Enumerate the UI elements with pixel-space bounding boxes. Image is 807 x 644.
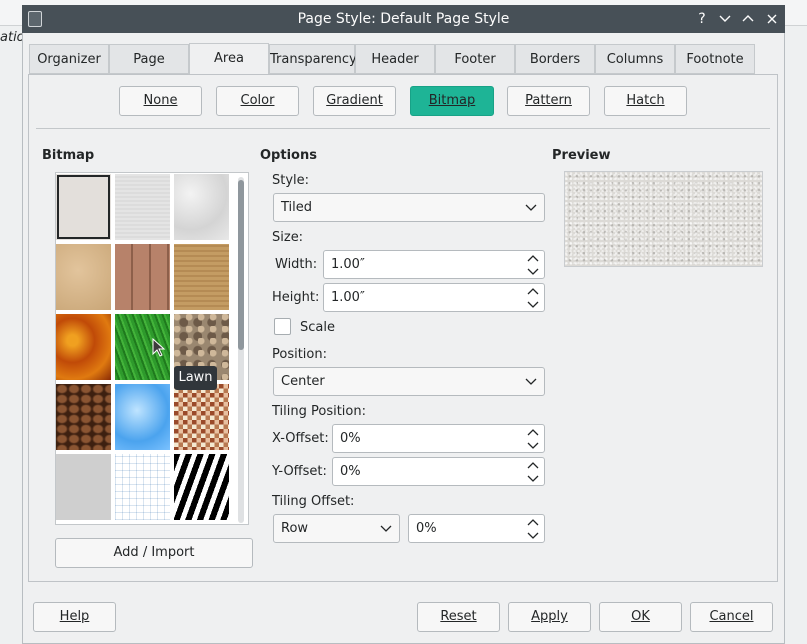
fill-gradient-button[interactable]: Gradient <box>313 86 396 116</box>
paper-crumpled-icon[interactable] <box>174 174 229 240</box>
tiling-offset-label: Tiling Offset: <box>272 494 355 509</box>
options-heading: Options <box>260 148 317 163</box>
height-value: 1.00″ <box>331 290 365 305</box>
reset-button[interactable]: Reset <box>417 602 500 632</box>
x-offset-label: X-Offset: <box>272 431 329 446</box>
scale-checkbox[interactable] <box>274 318 291 335</box>
ok-button[interactable]: OK <box>599 602 682 632</box>
tab-organizer[interactable]: Organizer <box>29 44 109 74</box>
width-field[interactable]: 1.00″ <box>323 250 545 279</box>
size-label: Size: <box>272 230 304 245</box>
add-import-button[interactable]: Add / Import <box>55 538 253 568</box>
help-button[interactable]: Help <box>33 602 116 632</box>
position-dropdown[interactable]: Center <box>273 367 545 396</box>
spin-down-icon[interactable] <box>526 298 540 310</box>
width-value: 1.00″ <box>331 257 365 272</box>
preview-swatch <box>564 171 763 267</box>
autumn-leaves-icon[interactable] <box>56 314 111 380</box>
preview-heading: Preview <box>552 148 611 163</box>
tab-footnote[interactable]: Footnote <box>675 44 755 74</box>
spin-down-icon[interactable] <box>526 472 540 484</box>
y-offset-value: 0% <box>340 464 361 479</box>
spin-up-icon[interactable] <box>526 517 540 529</box>
spin-up-icon[interactable] <box>526 427 540 439</box>
bitmap-grid[interactable] <box>55 172 249 525</box>
zebra-icon[interactable] <box>174 454 229 520</box>
coffee-beans-icon[interactable] <box>56 384 111 450</box>
tiling-position-label: Tiling Position: <box>272 404 366 419</box>
spin-up-icon[interactable] <box>526 460 540 472</box>
sky-icon[interactable] <box>115 384 170 450</box>
help-icon[interactable]: ? <box>691 7 713 31</box>
spin-down-icon[interactable] <box>526 529 540 541</box>
stone-icon[interactable] <box>174 244 229 310</box>
apply-button[interactable]: Apply <box>508 602 591 632</box>
fill-color-button[interactable]: Color <box>216 86 299 116</box>
hover-tooltip: Lawn <box>174 366 217 390</box>
spin-up-icon[interactable] <box>526 253 540 265</box>
painted-white-icon[interactable] <box>56 174 111 240</box>
style-dropdown[interactable]: Tiled <box>273 193 545 222</box>
position-value: Center <box>281 374 325 389</box>
minimize-icon[interactable] <box>714 7 736 31</box>
tiling-offset-mode-value: Row <box>281 521 309 536</box>
tiling-offset-value: 0% <box>416 521 437 536</box>
divider <box>36 128 770 129</box>
x-offset-value: 0% <box>340 431 361 446</box>
chevron-down-icon <box>525 378 537 385</box>
chevron-down-icon <box>525 204 537 211</box>
tiling-offset-field[interactable]: 0% <box>408 514 545 543</box>
x-offset-field[interactable]: 0% <box>332 424 545 453</box>
chevron-down-icon <box>380 525 392 532</box>
tab-area[interactable]: Area <box>189 43 269 74</box>
fill-hatch-button[interactable]: Hatch <box>604 86 687 116</box>
concrete-icon[interactable] <box>56 454 111 520</box>
tab-borders[interactable]: Borders <box>515 44 595 74</box>
maximize-icon[interactable] <box>737 7 759 31</box>
width-label: Width: <box>275 257 318 272</box>
tab-columns[interactable]: Columns <box>595 44 675 74</box>
spin-down-icon[interactable] <box>526 439 540 451</box>
bitmap-scrollbar-thumb[interactable] <box>238 180 244 350</box>
bitmap-heading: Bitmap <box>42 148 95 163</box>
fill-bitmap-button[interactable]: Bitmap <box>410 86 494 116</box>
tiling-offset-mode-dropdown[interactable]: Row <box>273 514 400 543</box>
background-partial-text: ation <box>0 30 22 45</box>
window-title: Page Style: Default Page Style <box>297 11 510 27</box>
spin-down-icon[interactable] <box>526 265 540 277</box>
fill-pattern-button[interactable]: Pattern <box>507 86 590 116</box>
spin-up-icon[interactable] <box>526 286 540 298</box>
color-stripes-icon[interactable] <box>174 384 229 450</box>
scale-label: Scale <box>300 320 335 335</box>
fill-none-button[interactable]: None <box>119 86 202 116</box>
close-icon[interactable] <box>761 7 783 31</box>
paper-texture-icon[interactable] <box>115 174 170 240</box>
fence-icon[interactable] <box>115 244 170 310</box>
height-field[interactable]: 1.00″ <box>323 283 545 312</box>
parchment-icon[interactable] <box>56 244 111 310</box>
style-value: Tiled <box>281 200 313 215</box>
graph-paper-icon[interactable] <box>115 454 170 520</box>
tab-footer[interactable]: Footer <box>435 44 515 74</box>
style-label: Style: <box>272 173 310 188</box>
lawn-icon[interactable] <box>115 314 170 380</box>
position-label: Position: <box>272 347 327 362</box>
title-bar[interactable]: Page Style: Default Page Style ? <box>22 5 785 33</box>
tab-page[interactable]: Page <box>109 44 189 74</box>
cancel-button[interactable]: Cancel <box>690 602 773 632</box>
tab-transparency[interactable]: Transparency <box>269 44 357 74</box>
height-label: Height: <box>272 290 320 305</box>
y-offset-label: Y-Offset: <box>272 464 327 479</box>
tab-header[interactable]: Header <box>355 44 435 74</box>
y-offset-field[interactable]: 0% <box>332 457 545 486</box>
